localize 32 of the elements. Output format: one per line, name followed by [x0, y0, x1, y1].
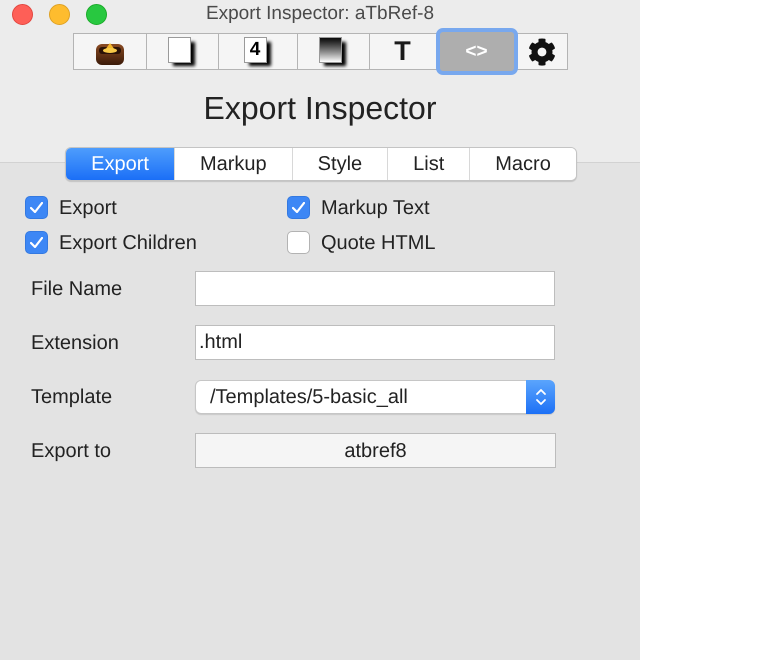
page-icon [168, 36, 196, 66]
checkmark-icon [292, 202, 305, 213]
tab[interactable]: Style [292, 148, 388, 180]
checkbox-label: Quote HTML [321, 230, 436, 256]
field-label: Extension [31, 330, 120, 356]
checkbox-label: Export Children [59, 230, 197, 256]
checkbox[interactable] [25, 231, 48, 254]
tab[interactable]: Markup [174, 148, 292, 180]
inspector-heading: Export Inspector [202, 89, 438, 127]
updown-chevron-icon [526, 380, 555, 414]
checkbox-label: Export [59, 196, 117, 220]
checkbox[interactable] [25, 196, 48, 219]
checkbox-label: Markup Text [321, 196, 430, 220]
tab[interactable]: List [387, 148, 470, 180]
checkbox[interactable] [287, 196, 310, 219]
export-folder-button[interactable]: atbref8 [195, 433, 556, 468]
zoom-button[interactable] [86, 4, 107, 25]
text-field[interactable] [195, 271, 555, 306]
field-label: Template [31, 384, 114, 410]
close-button[interactable] [12, 4, 33, 25]
field-label: File Name [31, 276, 124, 302]
checkmark-icon [30, 237, 43, 248]
tab[interactable]: Macro [469, 148, 576, 180]
checkbox[interactable] [287, 231, 310, 254]
window-title: Export Inspector: aTbRef-8 [206, 2, 434, 26]
text-field[interactable]: .html [195, 325, 555, 360]
field-label: Export to [31, 438, 112, 464]
shaded-page-icon [319, 36, 347, 66]
tab[interactable]: Export [66, 148, 174, 180]
checkmark-icon [30, 202, 43, 213]
gear-icon [528, 38, 556, 66]
popup-button[interactable]: /Templates/5-basic_all [195, 380, 555, 414]
